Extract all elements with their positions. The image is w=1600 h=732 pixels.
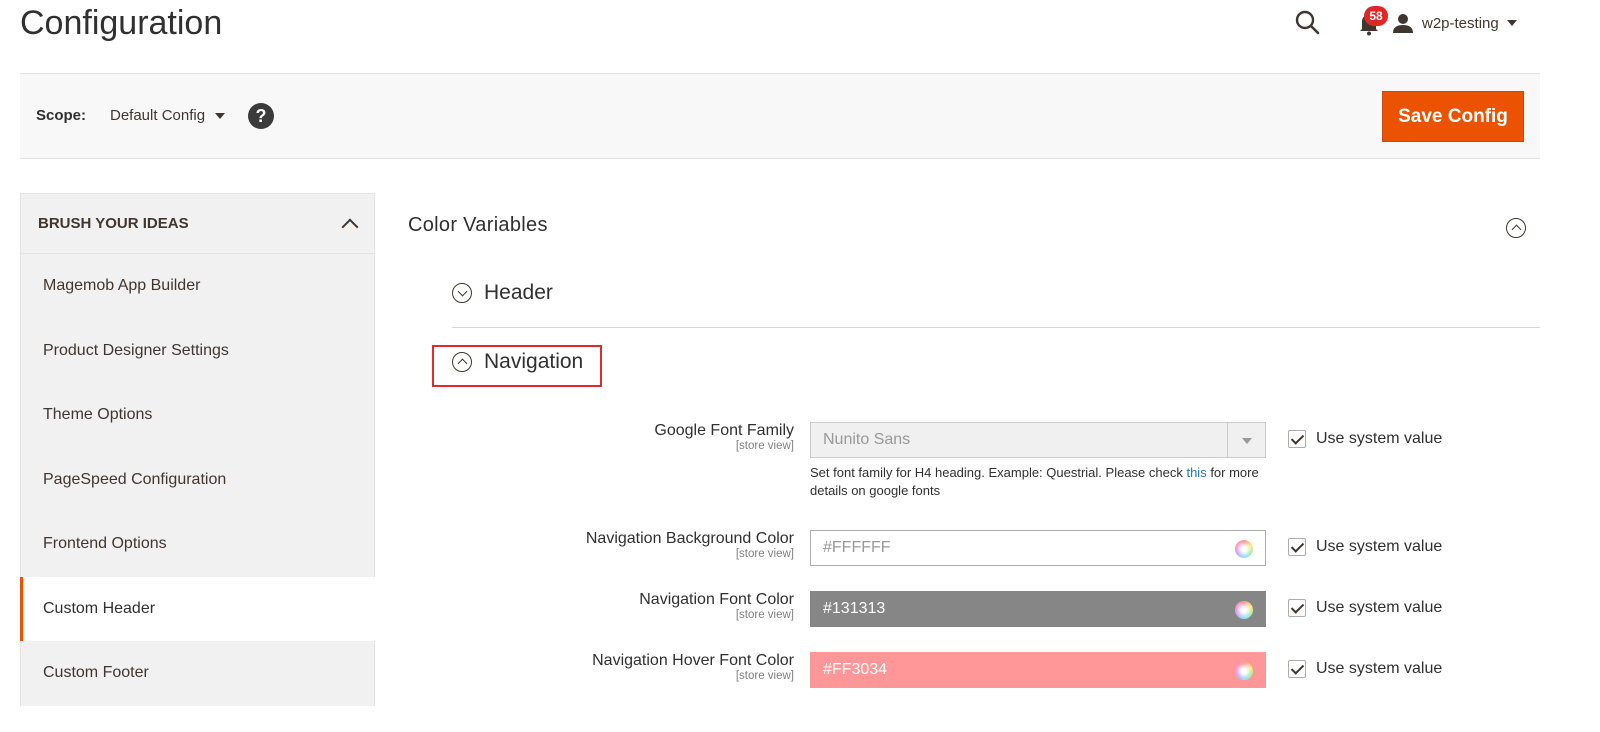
color-value: #FFFFFF bbox=[823, 539, 891, 556]
field-label-text: Navigation Hover Font Color bbox=[592, 652, 794, 669]
help-icon[interactable]: ? bbox=[248, 103, 274, 129]
scope-switcher[interactable]: Default Config bbox=[110, 107, 226, 124]
sidebar-section-title: BRUSH YOUR IDEAS bbox=[38, 215, 189, 232]
color-picker-icon[interactable] bbox=[1235, 601, 1253, 619]
navigation-background-color-input[interactable]: #FFFFFF bbox=[810, 530, 1266, 566]
chevron-up-icon bbox=[341, 218, 359, 235]
field-label-text: Google Font Family bbox=[654, 422, 794, 439]
collapse-circle-icon[interactable] bbox=[1506, 218, 1526, 238]
use-system-value-label: Use system value bbox=[1316, 430, 1443, 447]
checkbox-checked-icon bbox=[1288, 599, 1306, 617]
checkbox-checked-icon bbox=[1288, 430, 1306, 448]
field-scope: [store view] bbox=[735, 440, 794, 452]
scope-label: Scope: bbox=[36, 107, 87, 124]
navigation-font-color-input[interactable]: #131313 bbox=[810, 591, 1266, 627]
collapse-circle-icon bbox=[452, 352, 472, 372]
section-title[interactable]: Color Variables bbox=[408, 214, 548, 237]
field-scope: [store view] bbox=[735, 609, 794, 621]
group-navigation-label: Navigation bbox=[484, 350, 584, 373]
group-navigation-toggle[interactable]: Navigation bbox=[452, 350, 583, 374]
page-title: Configuration bbox=[20, 4, 223, 42]
select-value: Nunito Sans bbox=[823, 431, 911, 448]
field-scope: [store view] bbox=[735, 548, 794, 560]
header-actions: 58 w2p-testing bbox=[1295, 6, 1580, 42]
sidebar-item-frontend-options[interactable]: Frontend Options bbox=[20, 512, 375, 577]
sidebar-item-theme-options[interactable]: Theme Options bbox=[20, 383, 375, 448]
use-system-value-checkbox[interactable]: Use system value bbox=[1288, 538, 1442, 556]
chevron-down-icon bbox=[1506, 20, 1517, 26]
config-sidebar: BRUSH YOUR IDEAS Magemob App Builder Pro… bbox=[20, 193, 375, 732]
field-label-text: Navigation Background Color bbox=[585, 530, 794, 547]
checkbox-checked-icon bbox=[1288, 660, 1306, 678]
field-note: Set font family for H4 heading. Example:… bbox=[810, 464, 1270, 500]
user-menu[interactable]: w2p-testing bbox=[1392, 8, 1540, 38]
color-picker-icon[interactable] bbox=[1235, 662, 1253, 680]
scope-bar: Scope: Default Config ? Save Config bbox=[20, 73, 1540, 159]
field-scope: [store view] bbox=[735, 670, 794, 682]
google-font-family-select[interactable]: Nunito Sans bbox=[810, 422, 1266, 458]
search-icon[interactable] bbox=[1293, 8, 1323, 38]
chevron-down-icon bbox=[1227, 423, 1265, 457]
user-icon bbox=[1393, 14, 1413, 33]
notifications-badge[interactable]: 58 bbox=[1364, 6, 1388, 26]
use-system-value-checkbox[interactable]: Use system value bbox=[1288, 430, 1442, 448]
color-value: #FF3034 bbox=[823, 661, 888, 678]
save-config-button[interactable]: Save Config bbox=[1382, 91, 1524, 142]
sidebar-item-pagespeed-configuration[interactable]: PageSpeed Configuration bbox=[20, 447, 375, 512]
group-header-toggle[interactable]: Header bbox=[452, 281, 553, 305]
expand-circle-icon bbox=[452, 283, 472, 303]
color-value: #131313 bbox=[823, 600, 886, 617]
field-label: Navigation Font Color [store view] bbox=[639, 591, 794, 621]
chevron-down-icon bbox=[215, 112, 226, 119]
sidebar-item-custom-header[interactable]: Custom Header bbox=[20, 576, 375, 641]
field-label: Navigation Background Color [store view] bbox=[586, 530, 794, 560]
sidebar-item-magemob-app-builder[interactable]: Magemob App Builder bbox=[20, 254, 375, 319]
sidebar-item-product-designer-settings[interactable]: Product Designer Settings bbox=[20, 318, 375, 383]
field-label: Navigation Hover Font Color [store view] bbox=[592, 652, 794, 682]
use-system-value-checkbox[interactable]: Use system value bbox=[1288, 599, 1442, 617]
google-fonts-link[interactable]: this bbox=[1186, 465, 1206, 480]
divider bbox=[452, 327, 1540, 328]
sidebar-item-custom-footer[interactable]: Custom Footer bbox=[20, 641, 375, 706]
use-system-value-label: Use system value bbox=[1316, 538, 1443, 555]
use-system-value-label: Use system value bbox=[1316, 599, 1443, 616]
use-system-value-label: Use system value bbox=[1316, 660, 1443, 677]
navigation-hover-font-color-input[interactable]: #FF3034 bbox=[810, 652, 1266, 688]
use-system-value-checkbox[interactable]: Use system value bbox=[1288, 660, 1442, 678]
scope-value: Default Config bbox=[110, 107, 206, 124]
field-note-text: Set font family for H4 heading. Example:… bbox=[810, 465, 1187, 480]
field-label: Google Font Family [store view] bbox=[654, 422, 794, 452]
color-picker-icon[interactable] bbox=[1235, 540, 1253, 558]
group-header-label: Header bbox=[484, 281, 553, 304]
user-name: w2p-testing bbox=[1422, 14, 1499, 32]
checkbox-checked-icon bbox=[1288, 538, 1306, 556]
field-label-text: Navigation Font Color bbox=[639, 591, 794, 608]
sidebar-section-header[interactable]: BRUSH YOUR IDEAS bbox=[20, 193, 375, 254]
